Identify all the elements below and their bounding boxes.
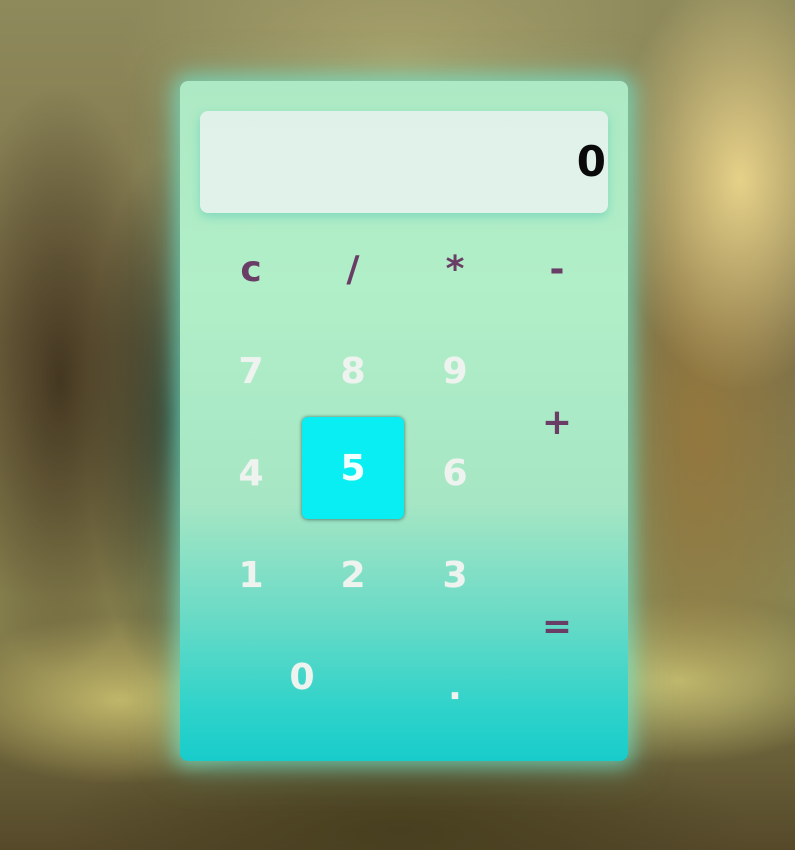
two-button[interactable]: 2 bbox=[302, 524, 404, 626]
equals-button[interactable]: = bbox=[506, 524, 608, 728]
three-button[interactable]: 3 bbox=[404, 524, 506, 626]
seven-button[interactable]: 7 bbox=[200, 320, 302, 422]
display: 0 bbox=[200, 111, 608, 213]
decimal-button[interactable]: . bbox=[404, 636, 506, 738]
multiply-button[interactable]: * bbox=[404, 218, 506, 320]
four-button[interactable]: 4 bbox=[200, 422, 302, 524]
calculator: 0 c / * - 7 8 9 + 4 5 6 1 2 3 = 0 . bbox=[180, 81, 628, 761]
five-button[interactable]: 5 bbox=[302, 417, 404, 519]
clear-button[interactable]: c bbox=[200, 218, 302, 320]
subtract-button[interactable]: - bbox=[506, 218, 608, 320]
eight-button[interactable]: 8 bbox=[302, 320, 404, 422]
zero-button[interactable]: 0 bbox=[200, 626, 404, 728]
display-value: 0 bbox=[576, 137, 606, 186]
add-button[interactable]: + bbox=[506, 320, 608, 524]
divide-button[interactable]: / bbox=[302, 218, 404, 320]
nine-button[interactable]: 9 bbox=[404, 320, 506, 422]
six-button[interactable]: 6 bbox=[404, 422, 506, 524]
one-button[interactable]: 1 bbox=[200, 524, 302, 626]
